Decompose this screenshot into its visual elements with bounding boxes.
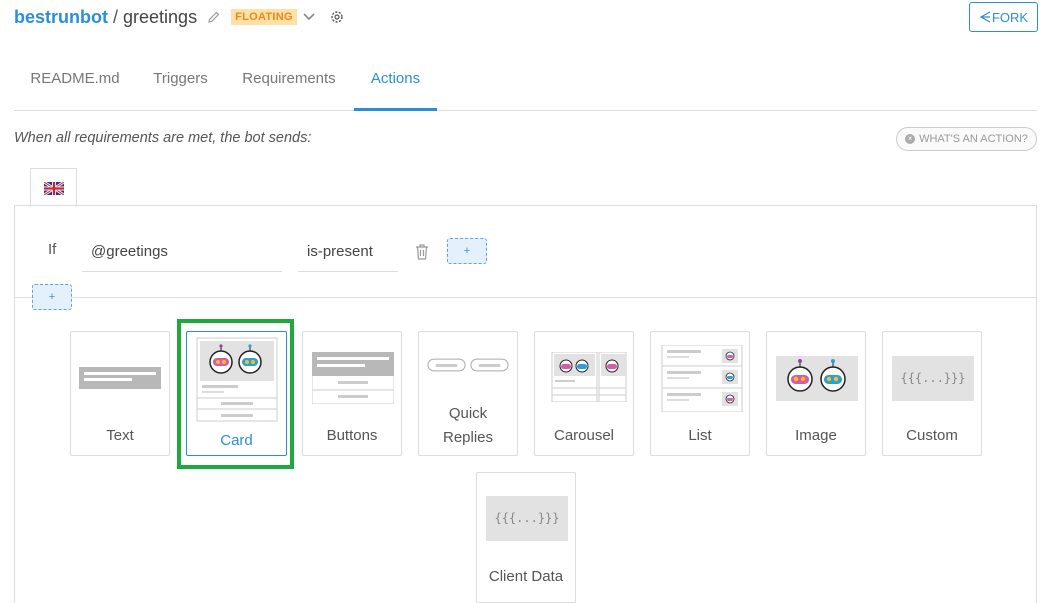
message-type-label: Buttons xyxy=(326,427,378,444)
list-preview-image xyxy=(661,345,743,412)
bot-name: greetings xyxy=(123,6,198,27)
message-type-custom[interactable]: {{{...}}} Custom xyxy=(882,331,982,456)
add-condition-button[interactable]: + xyxy=(447,238,487,264)
chevron-down-icon[interactable] xyxy=(301,9,317,25)
tab-requirements[interactable]: Requirements xyxy=(225,55,353,111)
message-type-client-data[interactable]: {{{...}}} Client Data xyxy=(476,472,576,603)
client-data-preview-image: {{{...}}} xyxy=(486,496,568,541)
owner-link[interactable]: bestrunbot xyxy=(14,7,108,28)
message-type-label: Image xyxy=(795,427,837,444)
tab-triggers[interactable]: Triggers xyxy=(136,55,225,111)
tab-bar: README.md Triggers Requirements Actions xyxy=(14,55,1037,111)
condition-divider xyxy=(14,297,1037,298)
pencil-icon[interactable] xyxy=(207,10,221,24)
fork-button[interactable]: FORK xyxy=(969,2,1038,32)
message-type-label: Text xyxy=(106,427,134,444)
bot-header: bestrunbot / greetings FLOATING xyxy=(14,5,345,29)
trash-icon[interactable] xyxy=(414,243,430,261)
fork-icon xyxy=(979,11,991,23)
tab-label: README.md xyxy=(30,70,120,87)
carousel-preview-image xyxy=(551,352,627,402)
custom-preview-image: {{{...}}} xyxy=(892,356,974,401)
selected-type-highlight xyxy=(177,319,294,469)
message-type-carousel[interactable]: Carousel xyxy=(534,331,634,456)
condition-operator-select[interactable] xyxy=(298,232,398,272)
message-type-label: List xyxy=(688,427,712,444)
add-action-group-button[interactable]: + xyxy=(32,284,72,310)
message-type-label: Carousel xyxy=(553,427,615,444)
buttons-preview-image xyxy=(312,352,394,404)
whats-an-action-label: WHAT'S AN ACTION? xyxy=(919,133,1028,145)
tab-readme[interactable]: README.md xyxy=(14,55,136,111)
actions-subtitle: When all requirements are met, the bot s… xyxy=(14,130,312,146)
message-type-label: Client Data xyxy=(488,568,564,585)
text-preview-image xyxy=(79,367,161,389)
close-circle-icon: × xyxy=(905,134,916,144)
message-type-label: Custom xyxy=(906,427,958,444)
tab-actions[interactable]: Actions xyxy=(354,55,437,111)
quick-replies-label-text: Quick Replies xyxy=(443,405,494,446)
gear-icon[interactable] xyxy=(329,9,345,25)
uk-flag-icon xyxy=(43,181,64,195)
fork-button-label: FORK xyxy=(991,9,1029,25)
image-preview-image xyxy=(776,356,858,401)
path-separator: / xyxy=(113,6,119,27)
message-type-text[interactable]: Text xyxy=(70,331,170,456)
whats-an-action-button[interactable]: × WHAT'S AN ACTION? xyxy=(896,127,1037,151)
message-type-buttons[interactable]: Buttons xyxy=(302,331,402,456)
if-label: If xyxy=(48,241,57,258)
condition-variable-input[interactable] xyxy=(82,232,282,272)
message-type-label: Quick Replies xyxy=(419,402,517,450)
language-tab-english[interactable] xyxy=(30,168,77,207)
status-badge: FLOATING xyxy=(231,9,297,25)
tab-label: Triggers xyxy=(153,70,208,87)
message-type-quick-replies[interactable]: Quick Replies xyxy=(418,331,518,456)
tab-label: Actions xyxy=(370,70,421,87)
message-type-image[interactable]: Image xyxy=(766,331,866,456)
tab-label: Requirements xyxy=(242,70,336,87)
message-type-list[interactable]: List xyxy=(650,331,750,456)
quick-replies-preview-image xyxy=(427,358,509,372)
